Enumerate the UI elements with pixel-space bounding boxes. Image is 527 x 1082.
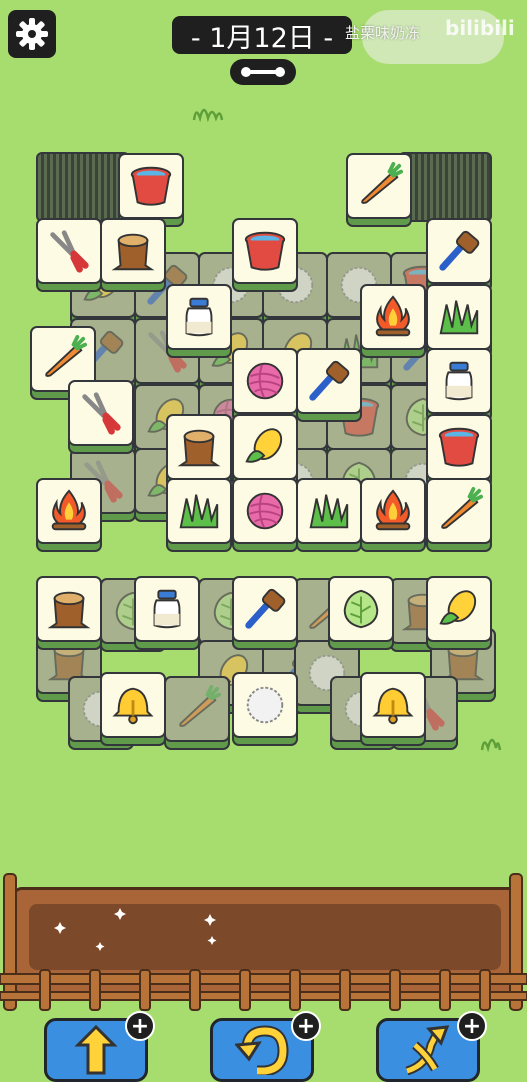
yarn-icon [241, 487, 289, 535]
tile-stack-left [36, 152, 130, 222]
bell-icon [369, 681, 417, 729]
milk-icon [175, 293, 223, 341]
tile-lettuce[interactable] [328, 576, 394, 650]
tile-carrot[interactable] [426, 478, 492, 552]
carrot-icon [435, 487, 483, 535]
tile-bucket[interactable] [118, 153, 184, 227]
tile-grass[interactable] [166, 478, 232, 552]
yarn-icon [241, 357, 289, 405]
settings-button[interactable] [8, 10, 56, 58]
campfire-icon [45, 487, 93, 535]
tile-milk[interactable] [134, 576, 200, 650]
bone-progress-icon [241, 67, 285, 77]
shuffle-icon [405, 1025, 450, 1075]
tile-cotton[interactable] [232, 672, 298, 746]
tile-campfire[interactable] [360, 478, 426, 552]
tile-milk[interactable] [166, 284, 232, 358]
tile-stump[interactable] [36, 576, 102, 650]
grass-icon [305, 487, 353, 535]
carrot-icon [355, 162, 403, 210]
tile-milk[interactable] [426, 348, 492, 422]
grass-decoration [480, 738, 502, 752]
brush-icon [305, 357, 353, 405]
grass-icon [435, 293, 483, 341]
corn-icon [435, 585, 483, 633]
brush-icon [241, 585, 289, 633]
tile-shears[interactable] [36, 218, 102, 292]
tile-grass[interactable] [296, 478, 362, 552]
milk-icon [435, 357, 483, 405]
tile-yarn[interactable] [232, 348, 298, 422]
cotton-icon [241, 681, 289, 729]
tile-stack-right [398, 152, 492, 222]
bucket-icon [241, 227, 289, 275]
tile-bucket[interactable] [426, 414, 492, 488]
tile-bell[interactable] [360, 672, 426, 746]
corn-icon [241, 423, 289, 471]
add-shuffle-badge[interactable]: + [457, 1011, 487, 1041]
reverse-arrow-icon [74, 1025, 118, 1075]
add-undo-badge[interactable]: + [291, 1011, 321, 1041]
bell-icon [109, 681, 157, 729]
tile-brush[interactable] [232, 576, 298, 650]
bucket-icon [127, 162, 175, 210]
tile-brush[interactable] [296, 348, 362, 422]
milk-icon [143, 585, 191, 633]
fence-decoration [0, 873, 527, 1011]
tile-shears[interactable] [68, 380, 134, 454]
level-date: - 1月12日 - [172, 16, 352, 54]
campfire-icon [369, 293, 417, 341]
tile-yarn[interactable] [232, 478, 298, 552]
stump-icon [175, 423, 223, 471]
undo-arrow-icon [235, 1025, 289, 1075]
tile-grass[interactable] [426, 284, 492, 358]
tile-stump[interactable] [166, 414, 232, 488]
carrot-icon [39, 335, 87, 383]
brush-icon [435, 227, 483, 275]
tile-bell[interactable] [100, 672, 166, 746]
grass-icon [175, 487, 223, 535]
shuffle-button[interactable]: + [376, 1011, 487, 1082]
shears-icon [45, 227, 93, 275]
gear-icon [16, 18, 48, 50]
undo-button[interactable]: + [210, 1011, 321, 1082]
tile-stump[interactable] [100, 218, 166, 292]
stump-icon [109, 227, 157, 275]
tile-carrot[interactable] [346, 153, 412, 227]
uploader-watermark: 盐栗味奶冻 [345, 24, 421, 42]
campfire-icon [369, 487, 417, 535]
reverse-button[interactable]: + [44, 1011, 155, 1082]
lettuce-icon [337, 585, 385, 633]
stump-icon [45, 585, 93, 633]
tile-carrot [164, 676, 230, 750]
bucket-icon [435, 423, 483, 471]
tile-corn[interactable] [232, 414, 298, 488]
tile-campfire[interactable] [36, 478, 102, 552]
tile-corn[interactable] [426, 576, 492, 650]
shears-icon [77, 389, 125, 437]
grass-decoration [192, 108, 224, 122]
progress-indicator [230, 59, 296, 85]
site-logo: bilibili [445, 16, 515, 40]
tile-campfire[interactable] [360, 284, 426, 358]
carrot-icon [173, 685, 221, 733]
tile-bucket[interactable] [232, 218, 298, 292]
add-reverse-badge[interactable]: + [125, 1011, 155, 1041]
tile-brush[interactable] [426, 218, 492, 292]
